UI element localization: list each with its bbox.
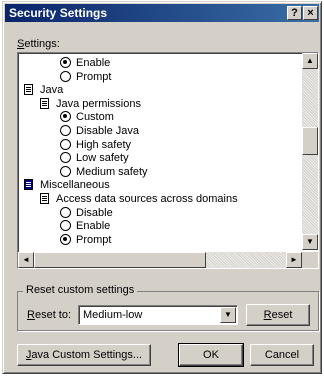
dialog-title: Security Settings <box>9 6 108 20</box>
vertical-scroll-thumb[interactable] <box>302 127 318 155</box>
vertical-scrollbar[interactable]: ▲ ▼ <box>302 53 318 250</box>
settings-folder-icon <box>40 97 49 109</box>
radio-button-icon[interactable] <box>60 138 71 150</box>
scroll-right-button[interactable]: ► <box>286 252 302 268</box>
tree-item-label: Disable <box>76 206 113 219</box>
tree-item-label: Java <box>40 84 64 97</box>
scroll-corner <box>302 252 318 268</box>
reset-button[interactable]: Reset <box>246 304 310 326</box>
radio-button-icon[interactable] <box>60 233 71 245</box>
reset-to-label: Reset to: <box>27 309 72 321</box>
radio-button-icon[interactable] <box>60 57 71 68</box>
tree-item-label: Disable Java <box>76 125 139 137</box>
radio-button-icon[interactable] <box>60 125 71 136</box>
tree-item-label: Java permissions <box>56 97 141 110</box>
radio-button-icon[interactable] <box>60 165 71 177</box>
tree-item-label: High safety <box>76 138 132 151</box>
settings-label: Settings: <box>17 38 60 50</box>
reset-level-value: Medium-low <box>83 309 143 321</box>
tree-item-label: Access data sources across domains <box>56 193 238 205</box>
scroll-left-button[interactable]: ◄ <box>18 252 34 268</box>
title-bar: Security Settings ? × <box>5 4 319 22</box>
tree-item-label: Prompt <box>76 70 112 83</box>
settings-tree-content: Enable Prompt Java Java permissions Custom Di… <box>20 55 302 252</box>
radio-button-icon[interactable] <box>60 206 71 218</box>
scroll-up-button[interactable]: ▲ <box>302 53 318 69</box>
java-custom-settings-button[interactable]: Java Custom Settings... <box>17 344 151 366</box>
radio-button-icon[interactable] <box>60 70 71 82</box>
reset-level-combobox[interactable]: Medium-low ▼ <box>78 305 238 325</box>
tree-item-label: Miscellaneous <box>40 179 110 192</box>
tree-item-label: Medium safety <box>76 165 148 178</box>
tree-item-label: Enable <box>76 57 111 69</box>
combo-dropdown-button[interactable]: ▼ <box>220 307 236 323</box>
horizontal-scrollbar[interactable]: ◄ ► <box>18 252 302 268</box>
settings-folder-icon <box>40 193 49 204</box>
radio-button-icon[interactable] <box>60 220 71 232</box>
close-button[interactable]: × <box>303 6 318 20</box>
ok-button[interactable]: OK <box>178 343 244 367</box>
cancel-button[interactable]: Cancel <box>250 344 314 366</box>
scroll-down-button[interactable]: ▼ <box>302 234 318 250</box>
settings-folder-icon <box>24 179 33 191</box>
reset-group-title: Reset custom settings <box>23 284 138 296</box>
radio-button-icon[interactable] <box>60 152 71 164</box>
tree-item-label: Prompt <box>76 233 112 246</box>
tree-item-label: Enable <box>76 220 111 233</box>
tree-item-label: Custom <box>76 111 114 124</box>
tree-item-label: Low safety <box>76 152 129 165</box>
horizontal-scroll-thumb[interactable] <box>34 252 206 268</box>
radio-button-icon[interactable] <box>60 111 71 123</box>
settings-tree[interactable]: Enable Prompt Java Java permissions Custom Di… <box>17 52 319 269</box>
settings-folder-icon <box>24 84 33 96</box>
security-settings-dialog: Security Settings ? × Settings: Enable Pr… <box>2 1 322 374</box>
help-button[interactable]: ? <box>287 6 302 20</box>
